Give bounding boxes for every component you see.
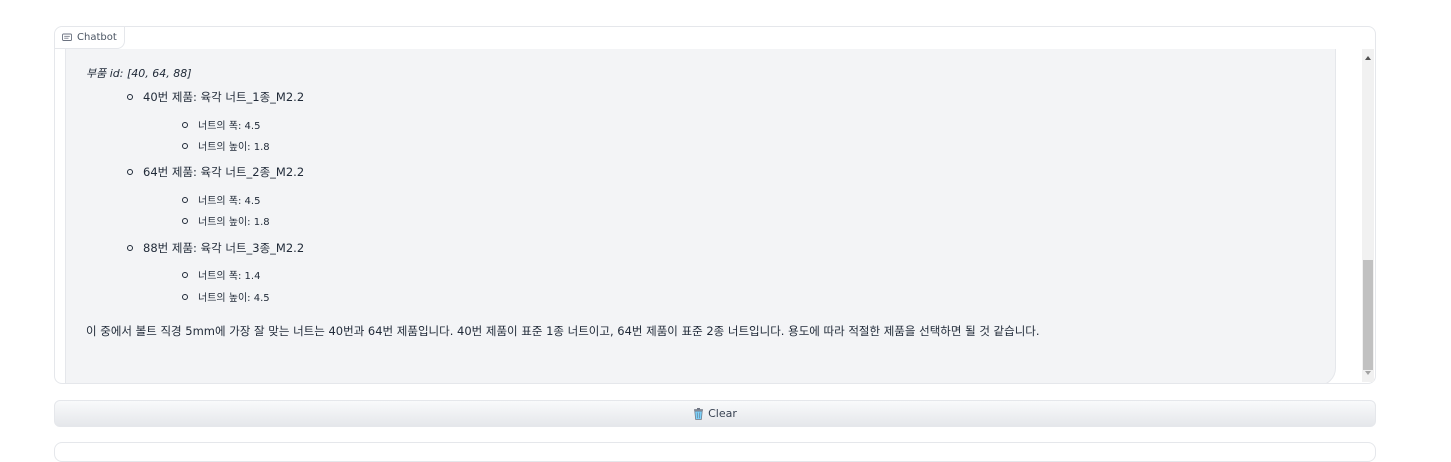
list-item: 너트의 폭: 1.4 [182,270,260,283]
list-item: 64번 제품: 육각 너트_2종_M2.2 [127,165,304,180]
chat-bubble-icon [62,33,72,43]
list-item: 너트의 높이: 1.8 [182,216,270,229]
part-id-line: 부품 id: [40, 64, 88] [86,67,192,81]
chat-message-area[interactable]: 부품 id: [40, 64, 88] 40번 제품: 육각 너트_1종_M2.… [55,49,1361,383]
clear-button[interactable]: Clear [54,400,1376,427]
bullet-icon [182,122,188,128]
list-item: 너트의 높이: 1.8 [182,141,270,154]
list-item: 너트의 폭: 4.5 [182,120,260,133]
clear-button-label: Clear [708,407,737,420]
bullet-icon [182,294,188,300]
bullet-icon [182,218,188,224]
list-item: 40번 제품: 육각 너트_1종_M2.2 [127,90,304,105]
chatbot-label: Chatbot [55,27,125,49]
bullet-icon [182,272,188,278]
trash-icon [693,408,704,420]
chatbot-label-text: Chatbot [77,32,117,43]
conclusion-text: 이 중에서 볼트 직경 5mm에 가장 잘 맞는 너트는 40번과 64번 제품… [86,324,1040,339]
chat-scrollbar[interactable] [1362,49,1374,382]
scroll-down-arrow-icon[interactable] [1365,371,1371,375]
scroll-thumb[interactable] [1363,260,1373,370]
bot-message: 부품 id: [40, 64, 88] 40번 제품: 육각 너트_1종_M2.… [65,49,1336,383]
list-item: 88번 제품: 육각 너트_3종_M2.2 [127,241,304,256]
list-item: 너트의 폭: 4.5 [182,195,260,208]
chatbot-panel: Chatbot 부품 id: [40, 64, 88] 40번 제품: 육각 너… [54,26,1376,384]
bullet-icon [182,197,188,203]
bullet-icon [182,143,188,149]
bullet-icon [127,245,133,251]
next-panel-edge [54,442,1376,462]
bullet-icon [127,94,133,100]
scroll-up-arrow-icon[interactable] [1365,56,1371,60]
list-item: 너트의 높이: 4.5 [182,292,270,305]
bullet-icon [127,169,133,175]
